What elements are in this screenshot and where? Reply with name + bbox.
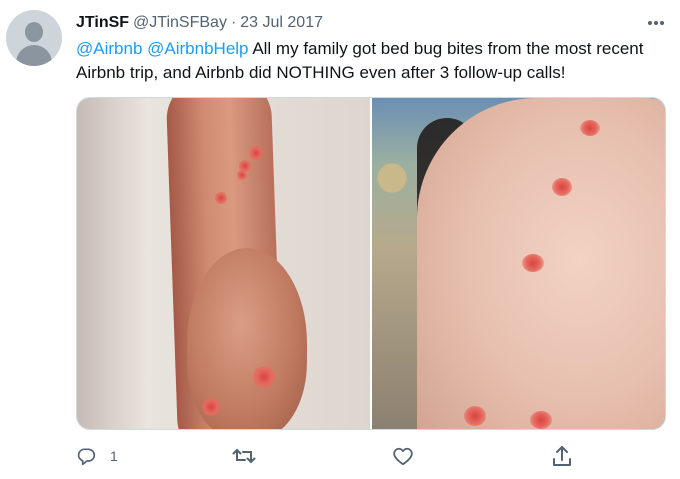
tweet-actions: 1 bbox=[76, 442, 596, 470]
bite-mark bbox=[215, 192, 227, 204]
tweet-media bbox=[76, 97, 666, 430]
photo-leg[interactable] bbox=[372, 98, 665, 429]
bite-mark bbox=[249, 146, 263, 160]
tweet-header: JTinSF @JTinSFBay · 23 Jul 2017 bbox=[76, 12, 323, 34]
retweet-icon bbox=[232, 449, 256, 463]
separator: · bbox=[230, 14, 237, 31]
bite-mark bbox=[202, 398, 220, 416]
like-icon bbox=[393, 447, 413, 466]
bite-mark bbox=[580, 120, 600, 136]
tweet-date[interactable]: 23 Jul 2017 bbox=[240, 14, 323, 31]
bite-mark bbox=[552, 178, 572, 196]
avatar[interactable] bbox=[6, 10, 62, 66]
share-icon bbox=[553, 446, 571, 466]
mention-airbnb[interactable]: @Airbnb bbox=[76, 39, 142, 58]
share-button[interactable] bbox=[552, 442, 572, 470]
more-options-button[interactable] bbox=[644, 12, 668, 34]
reply-icon bbox=[77, 448, 96, 466]
avatar-head bbox=[25, 22, 43, 42]
mention-airbnbhelp[interactable]: @AirbnbHelp bbox=[147, 39, 248, 58]
bite-mark bbox=[237, 170, 247, 180]
author-handle[interactable]: @JTinSFBay bbox=[133, 14, 227, 31]
photo-arm[interactable] bbox=[77, 98, 370, 429]
bite-mark bbox=[253, 366, 275, 388]
reply-button[interactable]: 1 bbox=[76, 442, 118, 470]
retweet-button[interactable] bbox=[232, 442, 256, 470]
bite-mark bbox=[530, 411, 552, 429]
tweet-text: @Airbnb @AirbnbHelp All my family got be… bbox=[76, 37, 666, 85]
bite-mark bbox=[464, 406, 486, 426]
like-button[interactable] bbox=[392, 442, 414, 470]
more-horizontal-icon bbox=[648, 21, 664, 25]
author-name[interactable]: JTinSF bbox=[76, 14, 129, 31]
bite-mark bbox=[522, 254, 544, 272]
photo-shadow bbox=[77, 98, 147, 429]
tweet: JTinSF @JTinSFBay · 23 Jul 2017 @Airbnb @Ai… bbox=[0, 0, 680, 479]
avatar-shoulders bbox=[16, 45, 52, 66]
reply-count: 1 bbox=[110, 448, 118, 464]
